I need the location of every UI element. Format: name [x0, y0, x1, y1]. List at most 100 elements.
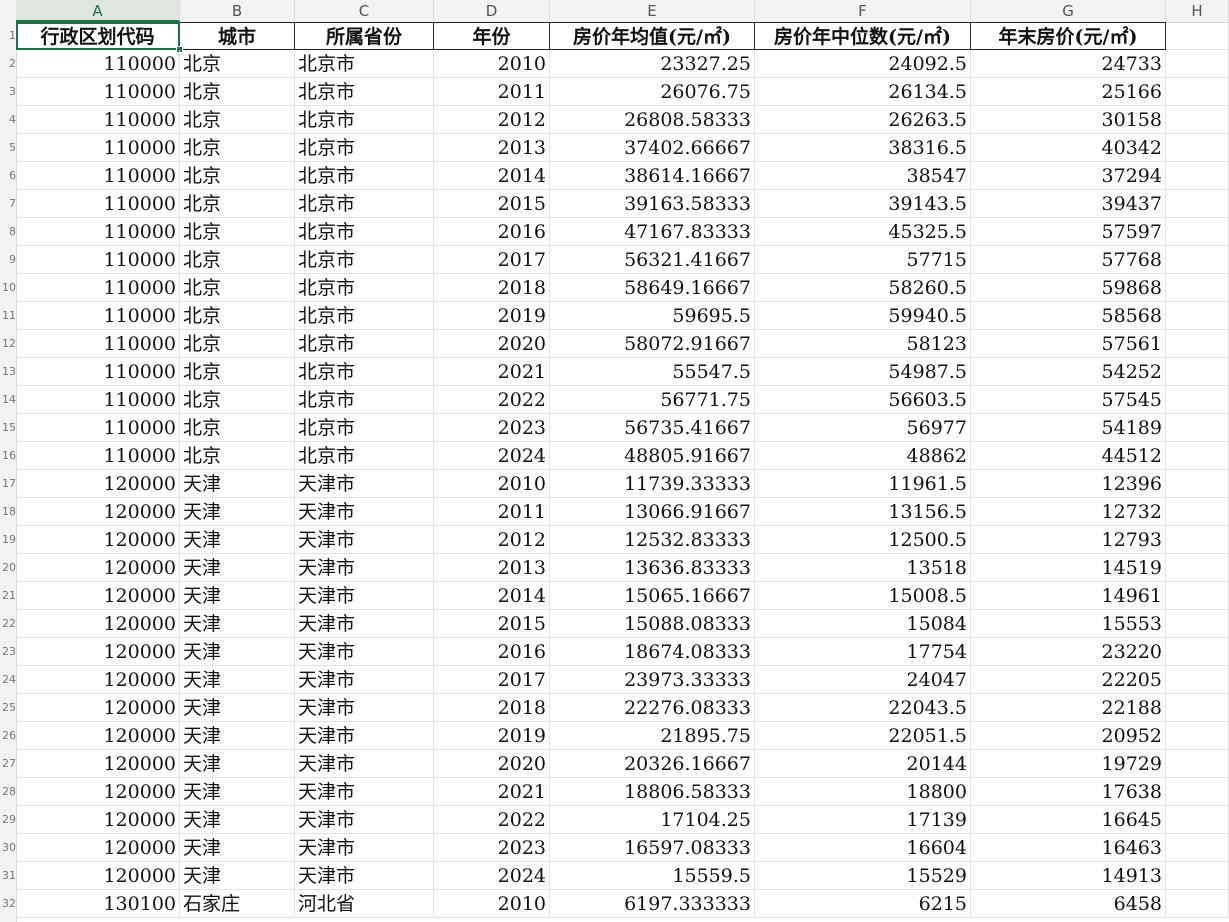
cell-year[interactable]: 2018	[434, 274, 550, 302]
cell-year[interactable]: 2022	[434, 806, 550, 834]
cell-avg-price[interactable]: 21895.75	[550, 722, 755, 750]
cell-avg-price[interactable]: 58649.16667	[550, 274, 755, 302]
cell-yearend-price[interactable]: 17638	[971, 778, 1166, 806]
cell-city[interactable]: 天津	[180, 694, 295, 722]
cell-code[interactable]: 120000	[16, 666, 180, 694]
row-header[interactable]: 25	[0, 694, 16, 722]
column-header-a[interactable]: A	[16, 0, 180, 22]
cell-year[interactable]: 2024	[434, 862, 550, 890]
cell-yearend-price[interactable]: 39437	[971, 190, 1166, 218]
cell-province[interactable]: 北京市	[295, 218, 434, 246]
row-header[interactable]: 22	[0, 610, 16, 638]
cell-empty[interactable]	[1166, 638, 1229, 666]
cell-empty[interactable]	[1166, 890, 1229, 918]
cell-code[interactable]: 120000	[16, 806, 180, 834]
cell-median-price[interactable]: 56977	[755, 414, 971, 442]
cell-yearend-price[interactable]: 24733	[971, 50, 1166, 78]
cell-year[interactable]: 2021	[434, 778, 550, 806]
header-cell-city[interactable]: 城市	[180, 22, 295, 50]
row-header[interactable]: 16	[0, 442, 16, 470]
column-header-e[interactable]: E	[550, 0, 755, 22]
cell-avg-price[interactable]: 16597.08333	[550, 834, 755, 862]
cell-year[interactable]: 2012	[434, 526, 550, 554]
cell-province[interactable]: 北京市	[295, 414, 434, 442]
cell-median-price[interactable]: 38547	[755, 162, 971, 190]
cell-empty[interactable]	[1166, 806, 1229, 834]
column-header-d[interactable]: D	[434, 0, 550, 22]
cell-year[interactable]: 2012	[434, 106, 550, 134]
cell-median-price[interactable]: 24047	[755, 666, 971, 694]
cell-avg-price[interactable]: 26808.58333	[550, 106, 755, 134]
cell-city[interactable]: 北京	[180, 330, 295, 358]
cell-province[interactable]: 天津市	[295, 610, 434, 638]
cell-city[interactable]: 天津	[180, 470, 295, 498]
cell-city[interactable]: 石家庄	[180, 890, 295, 918]
row-header[interactable]: 29	[0, 806, 16, 834]
cell-yearend-price[interactable]: 19729	[971, 750, 1166, 778]
cell-city[interactable]: 北京	[180, 274, 295, 302]
row-header[interactable]: 4	[0, 106, 16, 134]
cell-code[interactable]: 110000	[16, 50, 180, 78]
cell-median-price[interactable]: 57715	[755, 246, 971, 274]
row-header[interactable]: 10	[0, 274, 16, 302]
row-header[interactable]: 2	[0, 50, 16, 78]
cell-year[interactable]: 2017	[434, 666, 550, 694]
row-header[interactable]: 13	[0, 358, 16, 386]
cell-year[interactable]: 2010	[434, 470, 550, 498]
cell-year[interactable]: 2011	[434, 498, 550, 526]
cell-empty[interactable]	[1166, 694, 1229, 722]
cell-province[interactable]: 北京市	[295, 50, 434, 78]
cell-empty[interactable]	[1166, 190, 1229, 218]
cell-yearend-price[interactable]: 40342	[971, 134, 1166, 162]
cell-code[interactable]: 110000	[16, 190, 180, 218]
cell-province[interactable]: 北京市	[295, 302, 434, 330]
cell-median-price[interactable]: 16604	[755, 834, 971, 862]
cell-code[interactable]: 120000	[16, 750, 180, 778]
cell-province[interactable]: 北京市	[295, 330, 434, 358]
row-header[interactable]: 15	[0, 414, 16, 442]
cell-empty[interactable]	[1166, 246, 1229, 274]
cell-city[interactable]: 北京	[180, 358, 295, 386]
cell-province[interactable]: 北京市	[295, 134, 434, 162]
cell-yearend-price[interactable]: 16463	[971, 834, 1166, 862]
cell-avg-price[interactable]: 11739.33333	[550, 470, 755, 498]
cell-city[interactable]: 天津	[180, 806, 295, 834]
cell-city[interactable]: 天津	[180, 638, 295, 666]
cell-yearend-price[interactable]: 23220	[971, 638, 1166, 666]
cell-empty[interactable]	[1166, 218, 1229, 246]
cell-city[interactable]: 天津	[180, 750, 295, 778]
cell-province[interactable]: 天津市	[295, 834, 434, 862]
cell-year[interactable]: 2023	[434, 834, 550, 862]
header-cell-code[interactable]: 行政区划代码	[16, 22, 180, 50]
cell-empty[interactable]	[1166, 582, 1229, 610]
row-header[interactable]: 17	[0, 470, 16, 498]
cell-code[interactable]: 110000	[16, 78, 180, 106]
cell-city[interactable]: 北京	[180, 218, 295, 246]
cell-province[interactable]: 天津市	[295, 694, 434, 722]
cell-code[interactable]: 110000	[16, 246, 180, 274]
cell-median-price[interactable]: 26263.5	[755, 106, 971, 134]
column-header-h[interactable]: H	[1166, 0, 1229, 22]
cell-city[interactable]: 天津	[180, 862, 295, 890]
cell-year[interactable]: 2018	[434, 694, 550, 722]
cell-city[interactable]: 北京	[180, 386, 295, 414]
cell-province[interactable]: 北京市	[295, 358, 434, 386]
cell-city[interactable]: 北京	[180, 302, 295, 330]
cell-year[interactable]: 2017	[434, 246, 550, 274]
cell-empty[interactable]	[1166, 50, 1229, 78]
cell-province[interactable]: 北京市	[295, 274, 434, 302]
column-header-f[interactable]: F	[755, 0, 971, 22]
cell-avg-price[interactable]: 39163.58333	[550, 190, 755, 218]
cell-empty[interactable]	[1166, 414, 1229, 442]
cell-province[interactable]: 天津市	[295, 750, 434, 778]
cell-code[interactable]: 120000	[16, 582, 180, 610]
cell-median-price[interactable]: 45325.5	[755, 218, 971, 246]
row-header[interactable]: 32	[0, 890, 16, 918]
cell-code[interactable]: 110000	[16, 442, 180, 470]
cell-year[interactable]: 2020	[434, 750, 550, 778]
cell-city[interactable]: 北京	[180, 190, 295, 218]
cell-province[interactable]: 北京市	[295, 162, 434, 190]
cell-yearend-price[interactable]: 22188	[971, 694, 1166, 722]
cell-median-price[interactable]: 6215	[755, 890, 971, 918]
cell-empty[interactable]	[1166, 750, 1229, 778]
